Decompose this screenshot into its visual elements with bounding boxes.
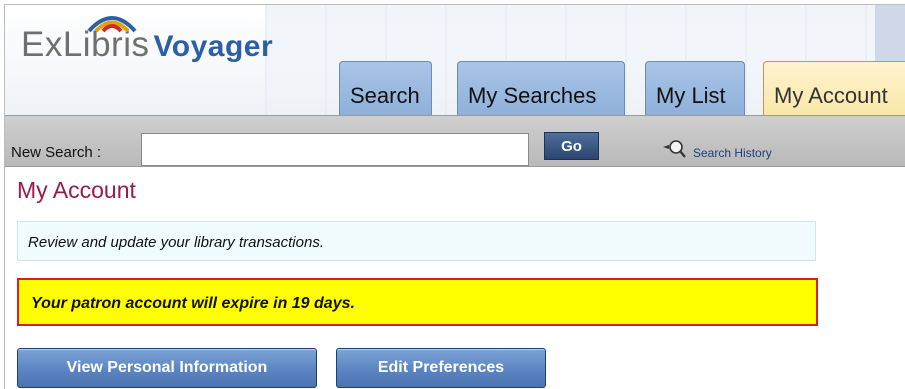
magnifier-history-icon (663, 140, 686, 158)
search-bar: New Search : Go Search History (5, 115, 905, 167)
page-title: My Account (17, 177, 136, 203)
tab-search-label: Search (350, 83, 420, 108)
logo-arc-icon (87, 16, 137, 33)
tab-my-searches[interactable]: My Searches (457, 61, 625, 115)
logo-voyager-text: Voyager (153, 30, 274, 63)
page-description: Review and update your library transacti… (17, 221, 816, 261)
exlibris-voyager-logo: ExLibris Voyager (21, 16, 274, 75)
tab-my-list[interactable]: My List (645, 61, 745, 115)
search-history-label: Search History (693, 146, 772, 160)
page-frame: ExLibris Voyager Search My Searches My Li… (4, 4, 905, 389)
expiration-warning: Your patron account will expire in 19 da… (17, 278, 818, 326)
header: ExLibris Voyager Search My Searches My Li… (5, 5, 905, 115)
new-search-label: New Search : (11, 144, 102, 161)
view-personal-information-button[interactable]: View Personal Information (17, 348, 317, 388)
tab-my-searches-label: My Searches (468, 83, 597, 108)
go-button[interactable]: Go (544, 132, 599, 160)
tab-my-list-label: My List (656, 83, 726, 108)
tab-search[interactable]: Search (339, 61, 432, 115)
tab-my-account[interactable]: My Account (763, 61, 905, 115)
new-search-input[interactable] (141, 133, 529, 166)
search-history-link[interactable]: Search History (661, 138, 772, 160)
tab-my-account-label: My Account (774, 83, 888, 108)
edit-preferences-button[interactable]: Edit Preferences (336, 348, 546, 388)
